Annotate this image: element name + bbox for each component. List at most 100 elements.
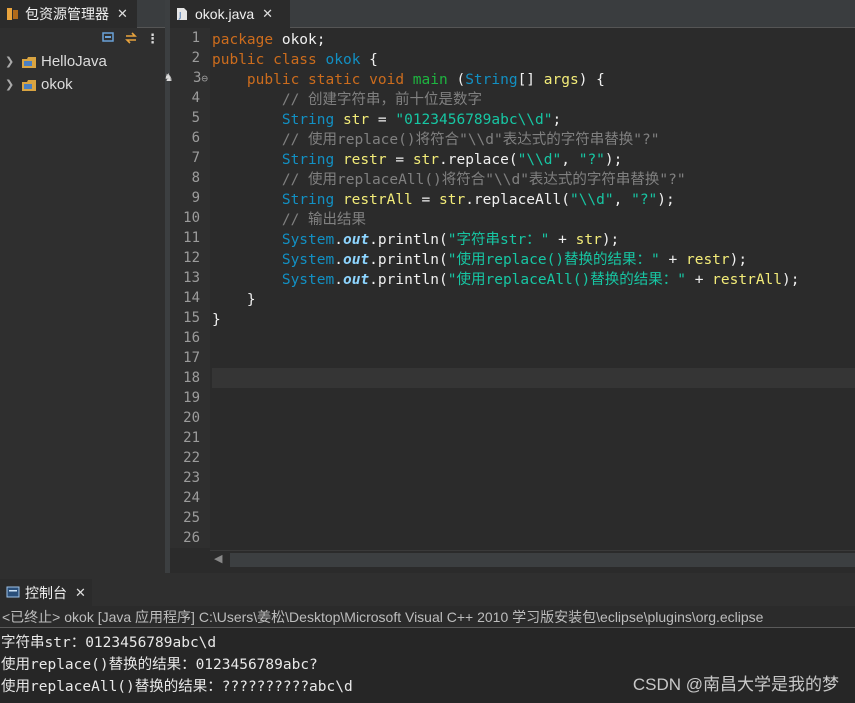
code-token: restr — [342, 152, 387, 168]
code-line: String str = "0123456789abc\\d"; — [212, 110, 561, 130]
code-token: restr — [685, 252, 730, 268]
code-line: String restrAll = str.replaceAll("\\d", … — [212, 190, 675, 210]
expand-arrow-icon[interactable]: ❯ — [5, 55, 17, 68]
tab-package-explorer[interactable]: 包资源管理器 ✕ — [0, 0, 137, 28]
code-token: .replaceAll( — [465, 192, 570, 208]
code-token: + — [659, 252, 686, 268]
code-token: class — [273, 52, 326, 68]
console-view: 控制台 ✕ <已终止> okok [Java 应用程序] C:\Users\姜松… — [0, 579, 855, 703]
code-token: out — [342, 232, 370, 248]
code-token: okok; — [281, 32, 326, 48]
code-token: // 使用replaceAll()将符合"\\d"表达式的字符串替换"?" — [212, 172, 686, 188]
tree-item-label: HelloJava — [41, 53, 107, 70]
console-status-line: <已终止> okok [Java 应用程序] C:\Users\姜松\Deskt… — [0, 606, 855, 628]
line-number: 1 — [191, 30, 200, 46]
code-area[interactable]: package okok; public class okok { public … — [212, 28, 855, 548]
code-token: .println( — [369, 252, 448, 268]
line-number: 6 — [191, 130, 200, 146]
line-number: 14 — [183, 290, 200, 306]
line-number-gutter: 1 2 3⊖ ♞ 4 5 6 7 8 9 10 11 12 13 14 15 16 17 18 19 20 21 22 23 2… — [165, 28, 210, 548]
line-number: 4 — [191, 90, 200, 106]
code-token: main — [412, 72, 457, 88]
view-menu-icon[interactable]: ⋮ — [146, 31, 159, 47]
code-token: out — [342, 272, 370, 288]
explorer-tabbar: 包资源管理器 ✕ — [0, 0, 165, 28]
override-marker-icon: ♞ — [164, 70, 173, 84]
code-token: "?" — [578, 152, 605, 168]
fold-marker-icon[interactable]: ⊖ — [201, 72, 208, 85]
close-icon[interactable]: ✕ — [117, 6, 128, 22]
line-number: 26 — [183, 530, 200, 546]
code-token: ); — [782, 272, 800, 288]
code-line: } — [212, 290, 256, 310]
code-token: str — [342, 112, 370, 128]
code-token: ); — [657, 192, 675, 208]
horizontal-scrollbar[interactable]: ◀ — [210, 550, 855, 570]
code-token: out — [342, 252, 370, 268]
tree-item-hellojava[interactable]: ❯ HelloJava — [0, 50, 165, 73]
code-token: // 输出结果 — [212, 212, 367, 228]
line-number: 23 — [183, 470, 200, 486]
code-line: // 使用replace()将符合"\\d"表达式的字符串替换"?" — [212, 130, 660, 150]
console-output-line: 使用replace()替换的结果：0123456789abc? — [1, 657, 318, 673]
code-token: = — [369, 112, 396, 128]
tab-okok-java-label: okok.java — [195, 6, 255, 22]
expand-arrow-icon[interactable]: ❯ — [5, 78, 17, 91]
code-token: } — [212, 292, 256, 308]
package-explorer-icon — [6, 7, 20, 21]
line-number: 12 — [183, 250, 200, 266]
tab-console-label: 控制台 — [25, 585, 67, 601]
svg-text:J: J — [178, 11, 181, 20]
code-line: public class okok { — [212, 50, 378, 70]
code-line: String restr = str.replace("\\d", "?"); — [212, 150, 623, 170]
code-token: package — [212, 32, 282, 48]
code-token: ( — [456, 72, 466, 88]
code-line: System.out.println("使用replace()替换的结果：" +… — [212, 250, 747, 270]
tab-okok-java[interactable]: J okok.java ✕ — [170, 0, 290, 28]
tree-item-label: okok — [41, 76, 73, 93]
code-token: { — [369, 52, 378, 68]
code-token: + — [549, 232, 576, 248]
java-project-icon — [21, 78, 37, 92]
line-number: 8 — [191, 170, 200, 186]
code-token: System — [281, 272, 335, 288]
line-number: 21 — [183, 430, 200, 446]
line-number: 24 — [183, 490, 200, 506]
link-editor-icon[interactable] — [124, 31, 138, 47]
scrollbar-thumb[interactable] — [230, 553, 855, 567]
line-number: 7 — [191, 150, 200, 166]
code-token: public — [212, 52, 274, 68]
line-number: 2 — [191, 50, 200, 66]
code-token: System — [281, 252, 335, 268]
collapse-all-icon[interactable] — [102, 31, 116, 47]
scroll-left-icon[interactable]: ◀ — [214, 552, 222, 565]
code-token: .replace( — [439, 152, 518, 168]
code-token: .println( — [369, 232, 448, 248]
code-token: restrAll — [712, 272, 783, 288]
close-icon[interactable]: ✕ — [262, 6, 273, 22]
line-number: 25 — [183, 510, 200, 526]
tab-console[interactable]: 控制台 ✕ — [0, 579, 92, 607]
code-token: "字符串str：" — [447, 232, 550, 248]
code-line: // 创建字符串，前十位是数字 — [212, 90, 482, 110]
code-token: , — [613, 192, 632, 208]
code-token: restrAll — [342, 192, 413, 208]
line-number: 10 — [183, 210, 200, 226]
tree-item-okok[interactable]: ❯ okok — [0, 73, 165, 96]
code-token: void — [369, 72, 413, 88]
explorer-toolbar: ⋮ — [0, 28, 165, 50]
code-line: } — [212, 310, 221, 330]
close-icon[interactable]: ✕ — [75, 585, 86, 601]
project-tree: ❯ HelloJava ❯ okok — [0, 50, 165, 96]
code-token: "使用replace()替换的结果：" — [447, 252, 660, 268]
line-number: 5 — [191, 110, 200, 126]
code-line: // 输出结果 — [212, 210, 366, 230]
console-output-line: 字符串str：0123456789abc\d — [1, 635, 217, 651]
code-token: "0123456789abc\\d" — [395, 112, 553, 128]
console-tabbar: 控制台 ✕ — [0, 579, 855, 607]
code-token: = — [412, 192, 439, 208]
